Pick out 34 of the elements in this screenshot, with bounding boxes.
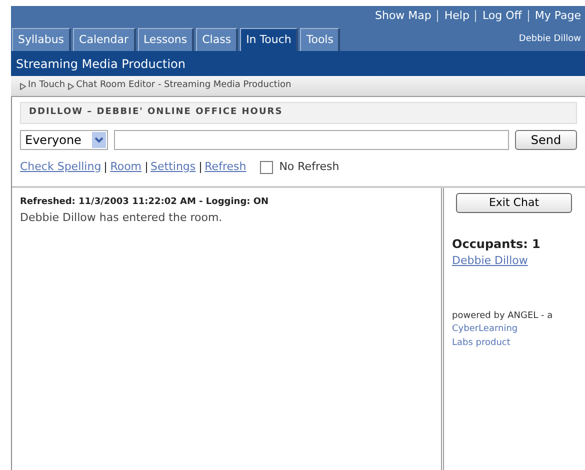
course-title-bar: Streaming Media Production xyxy=(11,51,585,76)
chat-status: Refreshed: 11/3/2003 11:22:02 AM - Logging: ON xyxy=(20,196,270,209)
tab[interactable]: Class xyxy=(196,28,238,51)
user-name: Debbie Dillow xyxy=(518,32,581,46)
occupant-link[interactable]: Debbie Dillow xyxy=(452,253,579,270)
top-link[interactable]: Help xyxy=(444,8,470,24)
top-link[interactable]: My Page xyxy=(534,8,581,24)
option-link[interactable]: Refresh xyxy=(204,158,246,176)
tab[interactable]: Calendar xyxy=(73,28,136,51)
tab[interactable]: In Touch xyxy=(240,28,298,51)
chevron-down-icon xyxy=(92,132,106,148)
no-refresh-checkbox[interactable] xyxy=(260,160,274,174)
product-link[interactable]: CyberLearning Labs product xyxy=(452,323,532,350)
tab[interactable]: Tools xyxy=(300,28,340,51)
breadcrumb-item[interactable]: In Touch xyxy=(28,79,66,93)
top-link[interactable]: Show Map xyxy=(374,8,432,24)
option-link[interactable]: Settings xyxy=(150,158,196,176)
room-title-bar: DDILLOW – DEBBIE' ONLINE OFFICE HOURS xyxy=(20,102,577,124)
triangle-icon xyxy=(68,82,74,90)
powered-by-text: powered by ANGEL - a xyxy=(452,310,554,322)
chat-message: Debbie Dillow has entered the room. xyxy=(20,210,224,226)
recipient-dropdown[interactable]: Everyone xyxy=(20,130,108,150)
option-link[interactable]: Room xyxy=(110,158,142,176)
triangle-icon xyxy=(20,82,26,90)
occupants-heading: Occupants: 1 xyxy=(452,236,542,253)
top-link[interactable]: Log Off xyxy=(482,8,522,24)
exit-chat-button[interactable]: Exit Chat xyxy=(456,193,572,213)
breadcrumb-item[interactable]: Chat Room Editor - Streaming Media Production xyxy=(76,79,292,93)
send-button[interactable]: Send xyxy=(515,130,577,150)
checkbox-label: No Refresh xyxy=(279,158,340,175)
tab[interactable]: Syllabus xyxy=(12,28,72,51)
tab[interactable]: Lessons xyxy=(138,28,194,51)
option-link[interactable]: Check Spelling xyxy=(20,158,102,176)
message-field[interactable] xyxy=(114,130,509,150)
